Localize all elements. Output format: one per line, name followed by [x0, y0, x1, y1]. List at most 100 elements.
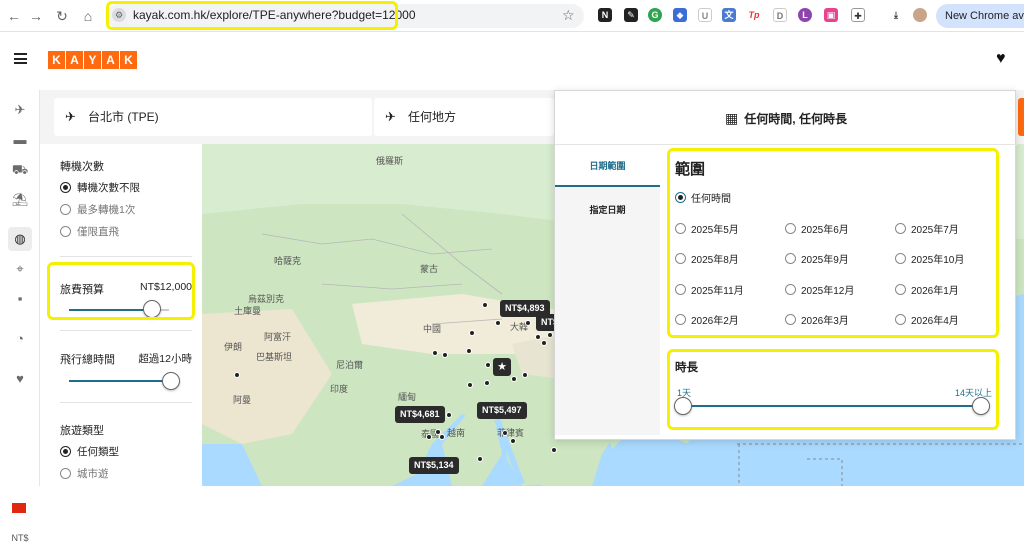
- d-extension-icon[interactable]: D: [773, 8, 787, 22]
- search-button[interactable]: [1018, 98, 1024, 136]
- map-label-oman: 阿曼: [233, 395, 252, 405]
- option-label: 轉機次數不限: [77, 182, 140, 194]
- map-label-pakistan: 巴基斯坦: [256, 352, 293, 362]
- destination-dot[interactable]: [551, 447, 557, 453]
- profile-avatar[interactable]: [913, 8, 927, 22]
- destination-dot[interactable]: [510, 438, 516, 444]
- u-extension-icon[interactable]: U: [698, 8, 712, 22]
- destination-dot[interactable]: [469, 330, 475, 336]
- business-icon[interactable]: ▪: [8, 287, 32, 311]
- price-pin-thailand[interactable]: NT$4,681: [395, 406, 445, 423]
- range-highlight: [667, 148, 999, 338]
- map-label-india: 印度: [330, 384, 349, 394]
- date-picker-title: 任何時間, 任何時長: [744, 112, 847, 126]
- flights-icon[interactable]: ✈: [8, 98, 32, 122]
- explore-globe-icon[interactable]: ◍: [8, 227, 32, 251]
- landing-icon: ✈: [385, 109, 396, 124]
- trips-icon[interactable]: ⌖: [8, 257, 32, 281]
- hong-kong-flag-icon[interactable]: [12, 503, 26, 513]
- destination-dot[interactable]: [511, 376, 517, 382]
- radio-icon: [60, 226, 71, 237]
- destination-field[interactable]: ✈ 任何地方: [374, 98, 554, 136]
- stops-option-any[interactable]: 轉機次數不限: [60, 180, 140, 195]
- favorites-heart-icon[interactable]: ♥: [996, 50, 1006, 68]
- pink-extension-icon[interactable]: ▣: [824, 8, 838, 22]
- budget-highlight: [47, 262, 195, 320]
- destination-dot[interactable]: [442, 352, 448, 358]
- date-picker-tabs: 日期範圍 指定日期: [555, 145, 660, 435]
- radio-icon: [60, 204, 71, 215]
- logo-letter: Y: [84, 51, 101, 69]
- destination-dot[interactable]: [484, 380, 490, 386]
- stops-option-one[interactable]: 最多轉機1次: [60, 202, 135, 217]
- new-chrome-button[interactable]: New Chrome available: [936, 4, 1024, 28]
- destination-dot[interactable]: [477, 456, 483, 462]
- divider: [60, 402, 192, 403]
- price-pin-malaysia[interactable]: NT$5,134: [409, 457, 459, 474]
- destination-dot[interactable]: [525, 320, 531, 326]
- tab-specific-dates[interactable]: 指定日期: [555, 189, 660, 231]
- notion-extension-icon[interactable]: N: [598, 8, 612, 22]
- back-icon[interactable]: ←: [4, 6, 24, 26]
- destination-dot[interactable]: [482, 302, 488, 308]
- duration-highlight: [667, 349, 999, 430]
- price-pin-philippines[interactable]: NT$5,497: [477, 402, 527, 419]
- map-label-afghanistan: 阿富汗: [264, 332, 292, 342]
- tag-extension-icon[interactable]: ◆: [673, 8, 687, 22]
- destination-dot[interactable]: [535, 334, 541, 340]
- destination-dot[interactable]: [234, 372, 240, 378]
- date-picker-header[interactable]: ▦ 任何時間, 任何時長: [555, 91, 1017, 145]
- option-label: 任何類型: [77, 446, 119, 458]
- origin-star-icon[interactable]: ★: [493, 358, 511, 376]
- origin-field[interactable]: ✈ 台北市 (TPE): [54, 98, 372, 136]
- browser-toolbar: ← → ↻ ⌂ ⚙ kayak.com.hk/explore/TPE-anywh…: [0, 0, 1024, 32]
- trip-type-title: 旅遊類型: [60, 425, 104, 437]
- destination-dot[interactable]: [541, 340, 547, 346]
- destination-dot[interactable]: [466, 348, 472, 354]
- destination-dot[interactable]: [467, 382, 473, 388]
- map-label-kazakhstan: 哈薩克: [274, 256, 302, 266]
- menu-icon[interactable]: [14, 53, 27, 64]
- map-label-myanmar: 緬甸: [398, 392, 417, 402]
- stops-option-direct[interactable]: 僅限直飛: [60, 224, 119, 239]
- logo-letter: K: [120, 51, 137, 69]
- deals-icon[interactable]: ◔: [8, 327, 32, 351]
- tab-date-range[interactable]: 日期範圍: [555, 145, 660, 187]
- destination-dot[interactable]: [502, 430, 508, 436]
- reload-icon[interactable]: ↻: [52, 6, 72, 26]
- eyedropper-extension-icon[interactable]: ✎: [624, 8, 638, 22]
- currency-label[interactable]: NT$: [0, 533, 40, 543]
- bookmark-star-icon[interactable]: ☆: [562, 7, 575, 24]
- kayak-logo[interactable]: K A Y A K: [48, 51, 138, 69]
- option-label: 僅限直飛: [77, 226, 119, 238]
- stops-title: 轉機次數: [60, 161, 104, 173]
- download-icon[interactable]: ⤓: [889, 8, 903, 22]
- forward-icon[interactable]: →: [26, 6, 46, 26]
- destination-dot[interactable]: [547, 332, 553, 338]
- destination-dot[interactable]: [485, 362, 491, 368]
- destination-dot[interactable]: [495, 320, 501, 326]
- hotels-icon[interactable]: ▬: [8, 128, 32, 152]
- grammar-extension-icon[interactable]: G: [648, 8, 662, 22]
- destination-value: 任何地方: [408, 110, 457, 124]
- tp-extension-icon[interactable]: Tp: [747, 8, 761, 22]
- extensions-puzzle-icon[interactable]: ✚: [851, 8, 865, 22]
- home-icon[interactable]: ⌂: [78, 6, 98, 26]
- destination-dot[interactable]: [426, 434, 432, 440]
- destination-dot[interactable]: [522, 372, 528, 378]
- divider: [60, 256, 192, 257]
- duration-slider-thumb[interactable]: [162, 372, 180, 390]
- packages-icon[interactable]: ⛱: [8, 188, 32, 212]
- translate-extension-icon[interactable]: 文: [722, 8, 736, 22]
- calendar-icon: ▦: [725, 110, 739, 126]
- cars-icon[interactable]: ⛟: [8, 158, 32, 182]
- trip-type-option-city[interactable]: 城市遊: [60, 466, 109, 481]
- duration-slider-track[interactable]: [69, 380, 174, 382]
- l-extension-icon[interactable]: L: [798, 8, 812, 22]
- saved-heart-icon[interactable]: ♥: [8, 367, 32, 391]
- logo-letter: A: [66, 51, 83, 69]
- destination-dot[interactable]: [432, 350, 438, 356]
- destination-dot[interactable]: [446, 412, 452, 418]
- destination-dot[interactable]: [439, 434, 445, 440]
- trip-type-option-any[interactable]: 任何類型: [60, 444, 119, 459]
